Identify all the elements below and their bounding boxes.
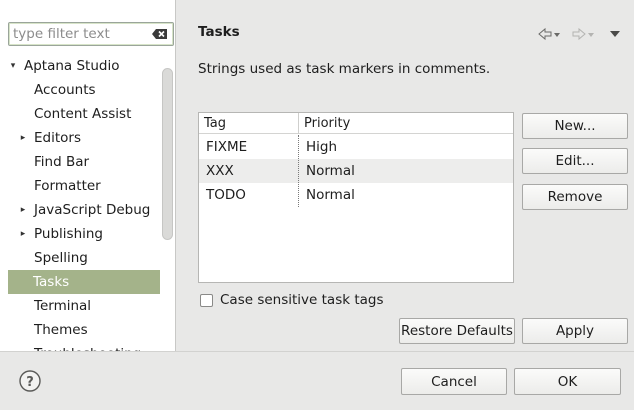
tree-item-find-bar[interactable]: Find Bar (0, 150, 175, 174)
tree-item-label: Spelling (34, 250, 88, 266)
task-tags-table: Tag Priority FIXME High XXX Normal TODO Norma… (198, 112, 514, 283)
tree-item-aptana-studio[interactable]: ▾ Aptana Studio (0, 54, 175, 78)
help-icon[interactable]: ? (18, 369, 42, 393)
tree-item-label: Themes (34, 322, 88, 338)
apply-button[interactable]: Apply (522, 318, 628, 344)
tree-item-tasks[interactable]: Tasks (8, 270, 160, 294)
cell-priority: Normal (306, 163, 355, 179)
case-sensitive-checkbox[interactable] (200, 294, 213, 307)
tree-item-label: Tasks (33, 274, 70, 290)
tree-item-label: Publishing (34, 226, 103, 242)
page-navigation (538, 27, 620, 41)
tree-item-accounts[interactable]: Accounts (0, 78, 175, 102)
table-row[interactable]: TODO Normal (199, 183, 513, 207)
column-header-tag[interactable]: Tag (199, 113, 299, 134)
page-description: Strings used as task markers in comments… (198, 61, 491, 77)
tree-scrollbar-thumb[interactable] (162, 68, 173, 240)
page-title: Tasks (198, 24, 240, 40)
tree-item-spelling[interactable]: Spelling (0, 246, 175, 270)
clear-filter-icon[interactable] (152, 28, 168, 40)
tree-item-label: JavaScript Debug (34, 202, 151, 218)
cancel-button[interactable]: Cancel (401, 368, 507, 395)
column-divider (298, 135, 299, 207)
collapsed-twisty-icon[interactable]: ▸ (18, 198, 28, 222)
tree-item-label: Accounts (34, 82, 96, 98)
cell-tag: TODO (206, 187, 246, 203)
tree-item-javascript-debug[interactable]: ▸ JavaScript Debug (0, 198, 175, 222)
tree-item-content-assist[interactable]: Content Assist (0, 102, 175, 126)
dialog-button-bar: ? Cancel OK (0, 351, 634, 410)
tree-item-label: Formatter (34, 178, 101, 194)
tree-item-label: Terminal (34, 298, 92, 314)
table-row[interactable]: FIXME High (199, 135, 513, 159)
preferences-tree-panel: ▾ Aptana Studio Accounts Content Assist ▸ Edi… (0, 0, 176, 351)
remove-button[interactable]: Remove (522, 184, 628, 210)
tree-item-themes[interactable]: Themes (0, 318, 175, 342)
cell-priority: High (306, 139, 338, 155)
tree-item-troubleshooting[interactable]: Troubleshooting (0, 342, 175, 351)
filter-box (8, 22, 174, 46)
expanded-twisty-icon[interactable]: ▾ (8, 54, 18, 78)
back-arrow-icon[interactable] (538, 27, 560, 41)
collapsed-twisty-icon[interactable]: ▸ (18, 222, 28, 246)
tree-item-terminal[interactable]: Terminal (0, 294, 175, 318)
tree-item-label: Aptana Studio (24, 58, 120, 74)
table-header: Tag Priority (199, 113, 513, 134)
filter-input[interactable] (13, 26, 147, 42)
tree-item-label: Find Bar (34, 154, 90, 170)
column-header-priority[interactable]: Priority (299, 113, 513, 134)
tree-item-label: Editors (34, 130, 81, 146)
cell-priority: Normal (306, 187, 355, 203)
tree-item-publishing[interactable]: ▸ Publishing (0, 222, 175, 246)
view-menu-icon[interactable] (610, 31, 620, 37)
tree-item-formatter[interactable]: Formatter (0, 174, 175, 198)
tree-item-label: Content Assist (34, 106, 132, 122)
restore-defaults-button[interactable]: Restore Defaults (399, 318, 515, 344)
case-sensitive-label: Case sensitive task tags (220, 292, 384, 308)
new-button[interactable]: New... (522, 113, 628, 139)
cell-tag: XXX (206, 163, 234, 179)
tree-item-editors[interactable]: ▸ Editors (0, 126, 175, 150)
preference-page: Tasks Strings used as task markers in co… (177, 0, 634, 351)
ok-button[interactable]: OK (514, 368, 621, 395)
collapsed-twisty-icon[interactable]: ▸ (18, 126, 28, 150)
preferences-tree: ▾ Aptana Studio Accounts Content Assist ▸ Edi… (0, 54, 175, 351)
cell-tag: FIXME (206, 139, 248, 155)
table-row[interactable]: XXX Normal (199, 159, 513, 183)
edit-button[interactable]: Edit... (522, 148, 628, 174)
forward-arrow-icon[interactable] (572, 27, 594, 41)
svg-text:?: ? (26, 375, 34, 390)
